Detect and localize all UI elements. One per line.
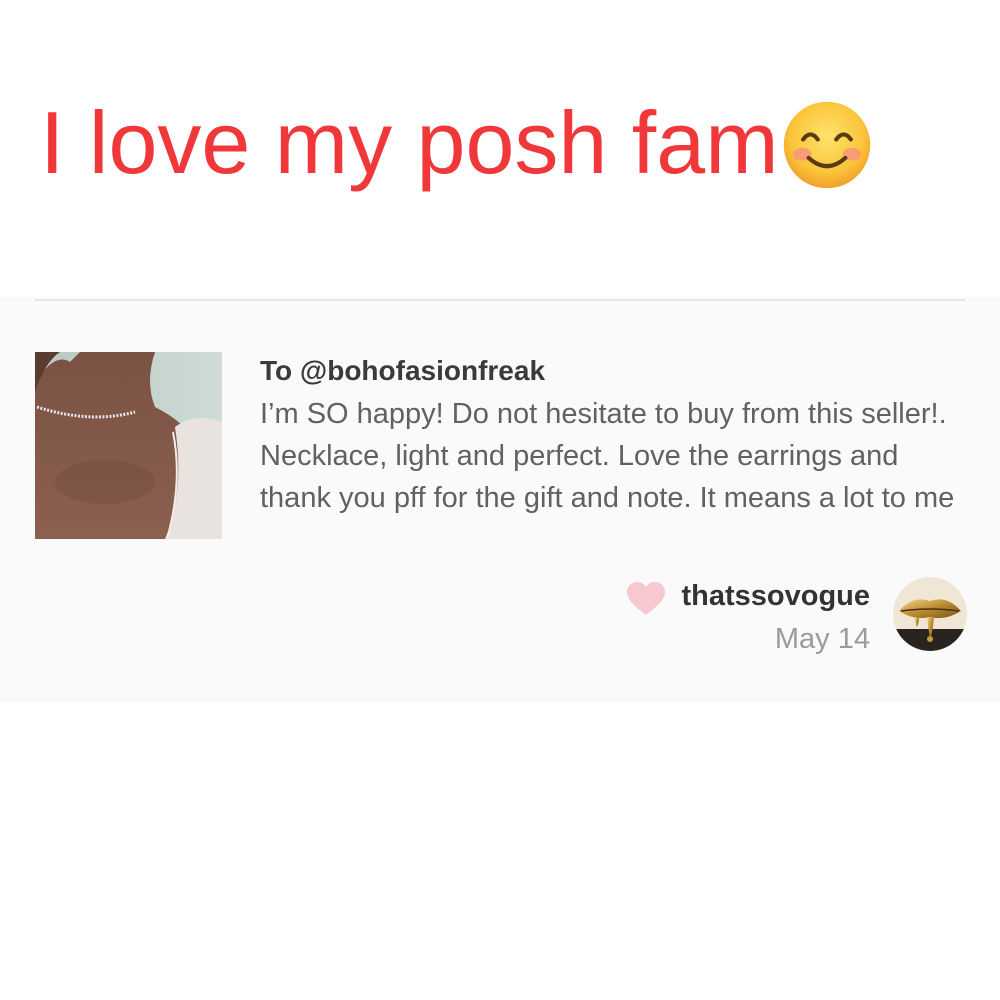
- review-date: May 14: [774, 623, 870, 655]
- review-comment: I’m SO happy! Do not hesitate to buy fro…: [260, 398, 955, 514]
- headline-text: I love my posh fam: [40, 93, 779, 192]
- author-avatar[interactable]: [893, 577, 967, 651]
- page: I love my posh fam To @bohofasionfreak I…: [0, 0, 1000, 1000]
- review-card: To @bohofasionfreak I’m SO happy! Do not…: [0, 297, 1000, 702]
- recipient-mention[interactable]: To @bohofasionfreak: [260, 355, 545, 387]
- smiling-face-icon: [781, 99, 873, 191]
- heart-icon[interactable]: [627, 582, 665, 616]
- headline: I love my posh fam: [40, 95, 873, 191]
- author-username[interactable]: thatssovogue: [681, 580, 870, 613]
- product-image[interactable]: [35, 352, 222, 539]
- divider: [35, 299, 965, 301]
